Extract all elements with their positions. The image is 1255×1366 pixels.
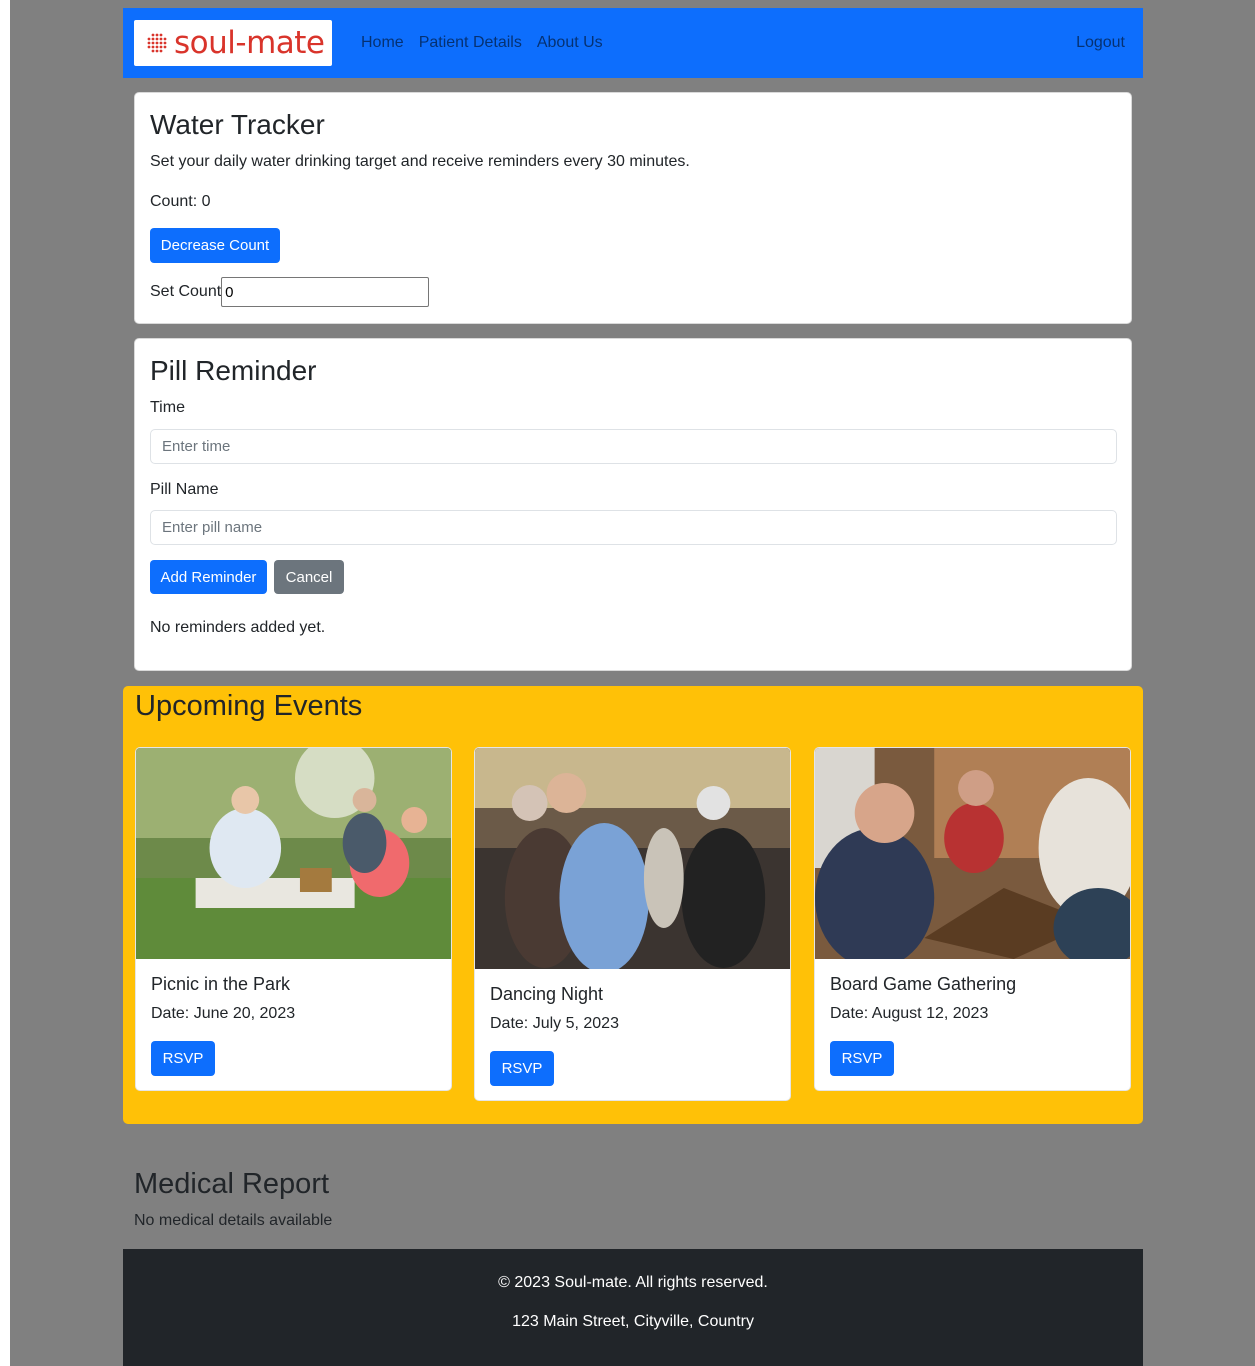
pill-name-input[interactable] <box>150 510 1117 545</box>
chess-photo <box>815 748 1130 959</box>
set-count-input[interactable] <box>221 277 430 307</box>
reminders-empty-text: No reminders added yet. <box>150 619 326 636</box>
rsvp-button[interactable]: RSVP <box>490 1051 554 1086</box>
water-tracker-title: Water Tracker <box>150 109 325 140</box>
rsvp-button[interactable]: RSVP <box>151 1041 215 1076</box>
water-tracker-description: Set your daily water drinking target and… <box>150 153 690 170</box>
event-card: Dancing Night Date: July 5, 2023 RSVP <box>474 747 791 1101</box>
decrease-count-button[interactable]: Decrease Count <box>150 228 280 263</box>
nav-about-us[interactable]: About Us <box>537 34 603 52</box>
navbar: soul-mate Home Patient Details About Us … <box>123 8 1143 78</box>
footer-address: 123 Main Street, Cityville, Country <box>512 1313 754 1330</box>
nav-home[interactable]: Home <box>361 34 404 52</box>
event-card: Picnic in the Park Date: June 20, 2023 R… <box>135 747 452 1091</box>
set-count-label: Set Count <box>150 283 222 300</box>
event-date: Date: August 12, 2023 <box>830 1005 989 1022</box>
pill-reminder-card: Pill Reminder Time Pill Name Add Reminde… <box>134 338 1132 671</box>
pill-reminder-title: Pill Reminder <box>150 355 317 386</box>
event-date: Date: July 5, 2023 <box>490 1015 619 1032</box>
medical-report-title: Medical Report <box>134 1168 330 1200</box>
dancing-photo <box>475 748 790 969</box>
time-label: Time <box>150 399 185 416</box>
time-input[interactable] <box>150 429 1117 464</box>
event-title: Picnic in the Park <box>151 974 291 994</box>
event-date: Date: June 20, 2023 <box>151 1005 296 1022</box>
picnic-photo <box>136 748 451 959</box>
pill-name-label: Pill Name <box>150 481 219 498</box>
rsvp-button[interactable]: RSVP <box>830 1041 894 1076</box>
set-count-row: Set Count <box>150 277 430 307</box>
event-title: Dancing Night <box>490 984 604 1004</box>
brand-logo[interactable]: soul-mate <box>134 20 332 66</box>
nav-patient-details[interactable]: Patient Details <box>419 34 522 52</box>
brand-dots-icon <box>147 33 167 53</box>
upcoming-events-title: Upcoming Events <box>135 690 363 722</box>
brand-name: soul-mate <box>174 25 325 61</box>
medical-report-text: No medical details available <box>134 1212 333 1229</box>
event-card: Board Game Gathering Date: August 12, 20… <box>814 747 1131 1091</box>
footer-copyright: © 2023 Soul-mate. All rights reserved. <box>498 1274 768 1291</box>
footer: © 2023 Soul-mate. All rights reserved. 1… <box>123 1249 1143 1366</box>
water-count: Count: 0 <box>150 193 211 210</box>
event-title: Board Game Gathering <box>830 974 1017 994</box>
upcoming-events-section: Upcoming Events Picnic in the Park Date:… <box>123 686 1143 1124</box>
nav-links: Home Patient Details About Us <box>361 34 603 52</box>
nav-logout[interactable]: Logout <box>1076 34 1125 52</box>
add-reminder-button[interactable]: Add Reminder <box>150 560 267 594</box>
water-tracker-card: Water Tracker Set your daily water drink… <box>134 92 1132 324</box>
cancel-button[interactable]: Cancel <box>274 560 344 594</box>
